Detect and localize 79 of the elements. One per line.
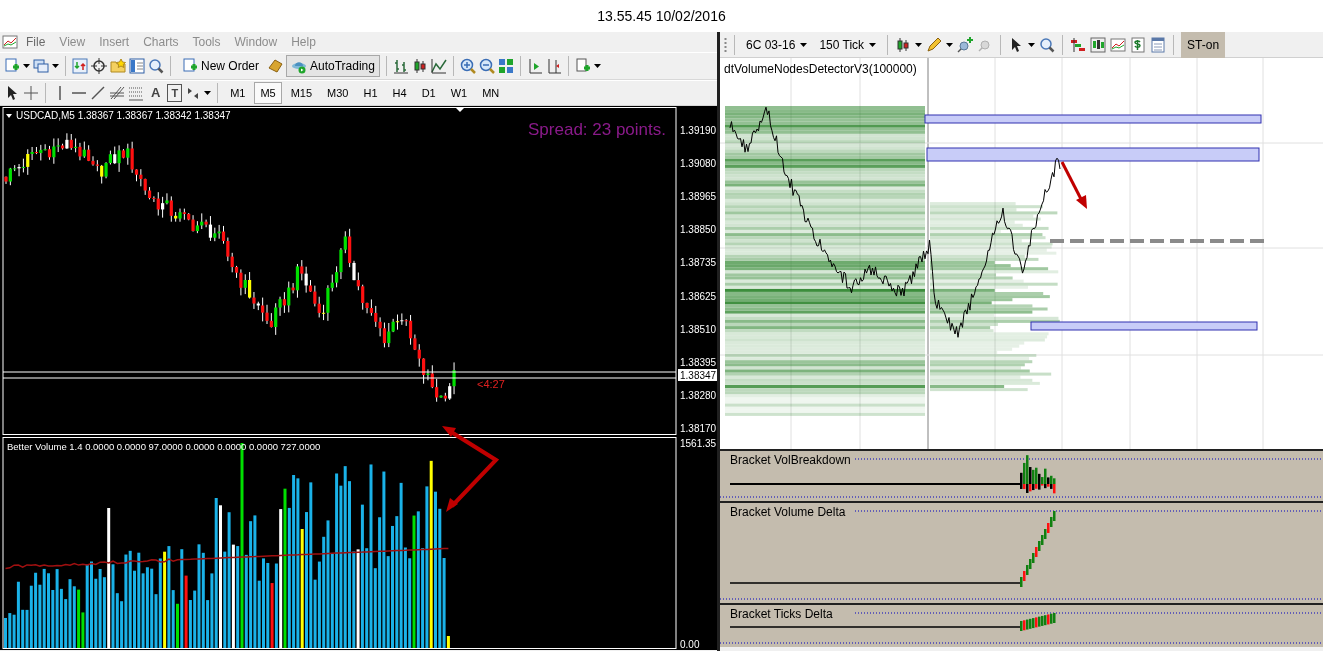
price-label: 1.39080 xyxy=(680,158,717,170)
arrows-icon[interactable] xyxy=(72,58,88,74)
caret-icon[interactable] xyxy=(800,42,808,47)
chart-title: USDCAD,M5 1.38367 1.38367 1.38342 1.38347 xyxy=(16,110,231,121)
clock-text: 13.55.45 10/02/2016 xyxy=(597,8,726,24)
timeframe-tab[interactable]: M5 xyxy=(254,82,282,104)
toolbar-button[interactable]: AutoTrading xyxy=(286,55,380,77)
strategy-button[interactable]: ST-on xyxy=(1181,31,1226,58)
dollar-icon[interactable] xyxy=(1130,36,1147,53)
price-label: 1.39190 xyxy=(680,125,717,136)
grip-icon[interactable] xyxy=(724,36,727,53)
caret-icon[interactable] xyxy=(915,42,923,47)
toolbar-button[interactable]: New Order xyxy=(177,55,264,77)
caret-icon[interactable] xyxy=(204,91,212,95)
timeframe-tab[interactable]: H1 xyxy=(357,82,384,104)
price-label: 1.38735 xyxy=(680,257,717,269)
price-label: 1.38510 xyxy=(680,323,717,335)
caret-icon[interactable] xyxy=(593,64,601,68)
bar-chart-icon[interactable] xyxy=(392,58,409,74)
caret-icon[interactable] xyxy=(869,42,877,47)
zoom-in-icon[interactable] xyxy=(459,58,476,74)
indicator-label: dtVolumeNodesDetectorV3(100000) xyxy=(724,62,917,76)
line-chart-icon[interactable] xyxy=(430,58,447,74)
bars-colored-icon[interactable] xyxy=(1070,36,1087,53)
grid-icon[interactable] xyxy=(497,58,514,74)
timeframe-tab[interactable]: M30 xyxy=(321,82,355,104)
instrument-dropdown[interactable]: 6C 03-16 xyxy=(742,33,812,56)
interval-dropdown[interactable]: 150 Tick xyxy=(815,33,881,56)
panel-title: Bracket Volume Delta xyxy=(730,505,846,519)
table-icon[interactable] xyxy=(1150,36,1167,53)
ingot-icon[interactable] xyxy=(267,58,283,74)
countdown-text: <4:27 xyxy=(477,378,505,390)
volume-label: 1561.35 xyxy=(680,438,717,449)
timeframe-tab[interactable]: M15 xyxy=(284,82,319,104)
price-label: 1.38625 xyxy=(680,290,717,302)
caret-icon[interactable] xyxy=(52,64,59,68)
document-plus-icon xyxy=(182,58,198,74)
hatched-lines-icon[interactable] xyxy=(109,85,125,101)
price-label: 1.38170 xyxy=(680,422,717,434)
chart-window-icon[interactable] xyxy=(1110,36,1127,53)
crosshair-icon[interactable] xyxy=(91,58,107,74)
play-chart-icon[interactable] xyxy=(526,58,543,74)
folder-star-icon[interactable] xyxy=(110,58,126,74)
caret-icon[interactable] xyxy=(23,64,30,68)
current-price-label: 1.38347 xyxy=(678,369,717,381)
panel-title: Bracket VolBreakdown xyxy=(730,453,851,467)
price-label: 1.38850 xyxy=(680,224,717,236)
candles-icon[interactable] xyxy=(895,36,912,53)
price-label: 1.38280 xyxy=(680,389,717,401)
price-label: 1.38965 xyxy=(680,191,717,203)
menu-item[interactable]: File xyxy=(20,35,52,49)
candle-grid-icon[interactable] xyxy=(1090,36,1107,53)
magnifier-icon[interactable] xyxy=(148,58,164,74)
zoom-out-icon[interactable] xyxy=(478,58,495,74)
timeframe-tab[interactable]: M1 xyxy=(224,82,252,104)
timeframe-tab[interactable]: MN xyxy=(476,82,506,104)
triangle-icon xyxy=(6,114,12,118)
chart-window-icon xyxy=(2,34,18,50)
price-label: 1.38395 xyxy=(680,356,717,368)
panel-icon[interactable] xyxy=(129,58,145,74)
shift-chart-icon[interactable] xyxy=(545,58,562,74)
panel-title: Bracket Ticks Delta xyxy=(730,607,833,621)
pin-plus-icon[interactable] xyxy=(957,36,974,53)
trend-line-icon[interactable] xyxy=(90,85,106,101)
volume-label: 0.00 xyxy=(680,639,700,650)
shift-marker-icon xyxy=(456,108,464,112)
text-tool-button[interactable]: A xyxy=(147,84,165,102)
timeframe-tab[interactable]: D1 xyxy=(415,82,442,104)
timeframe-tab[interactable]: W1 xyxy=(444,82,474,104)
candles-icon[interactable] xyxy=(411,58,428,74)
caret-icon[interactable] xyxy=(946,42,954,47)
pencil-icon[interactable] xyxy=(926,36,943,53)
arrow-drawing xyxy=(1060,161,1087,209)
spread-text: Spread: 23 points. xyxy=(528,120,666,139)
dotted-grid-icon[interactable] xyxy=(128,85,144,101)
text-tool-button[interactable]: T xyxy=(167,84,183,102)
timeframe-tab[interactable]: H4 xyxy=(386,82,413,104)
caret-icon[interactable] xyxy=(1028,42,1036,47)
magnifier-icon[interactable] xyxy=(1039,36,1056,53)
